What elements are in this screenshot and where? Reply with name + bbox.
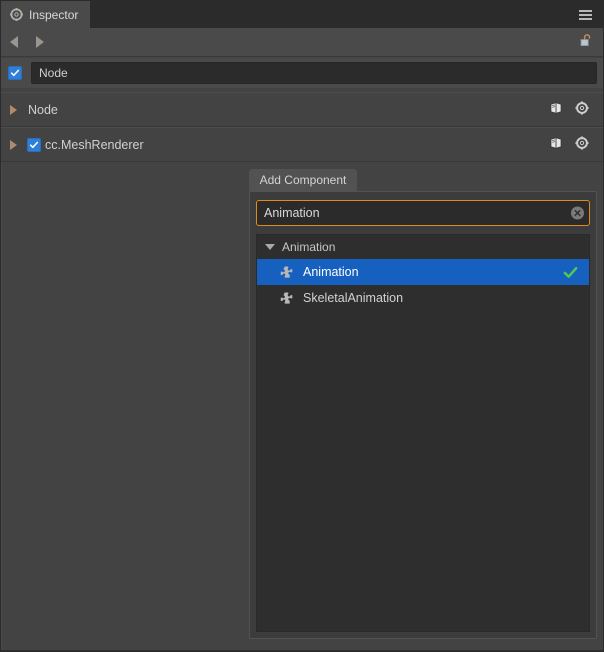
book-icon [549, 136, 563, 153]
add-component-label: Add Component [259, 173, 347, 187]
check-icon [29, 141, 39, 148]
back-button[interactable] [1, 28, 27, 57]
list-item[interactable]: Animation [257, 259, 589, 285]
puzzle-piece-icon [279, 265, 294, 280]
hamburger-line [578, 17, 592, 20]
hamburger-line [578, 9, 592, 12]
arrow-right-icon [36, 36, 44, 48]
list-item-label: SkeletalAnimation [303, 291, 404, 305]
panel-bottom-border [1, 650, 603, 651]
help-button[interactable] [543, 136, 569, 153]
inspector-panel: Inspector Node Node cc.MeshRenderer Add … [0, 0, 604, 652]
gear-icon [10, 8, 23, 21]
check-icon [562, 264, 579, 281]
tab-bar: Inspector [1, 1, 603, 28]
help-button[interactable] [543, 101, 569, 118]
chevron-right-icon [10, 139, 17, 150]
node-name-input[interactable] [31, 62, 597, 84]
tab-bar-spacer [91, 1, 575, 28]
gear-icon [575, 136, 589, 153]
chevron-down-icon [265, 244, 275, 250]
component-settings-button[interactable] [569, 101, 595, 118]
book-icon [549, 101, 563, 118]
puzzle-piece-icon [279, 291, 294, 306]
expand-toggle[interactable] [10, 104, 24, 115]
unlock-icon [579, 33, 594, 51]
chevron-right-icon [10, 104, 17, 115]
result-group-label: Animation [282, 240, 336, 254]
component-label: cc.MeshRenderer [45, 137, 144, 152]
component-row-node[interactable]: Node [1, 92, 603, 127]
gear-icon [575, 101, 589, 118]
component-search-input[interactable] [256, 200, 590, 226]
list-item-label: Animation [303, 265, 359, 279]
component-row-mesh-renderer[interactable]: cc.MeshRenderer [1, 127, 603, 162]
component-result-list[interactable]: Animation Animation SkeletalAnimation [256, 234, 590, 632]
clear-search-icon[interactable] [571, 206, 584, 220]
component-label: Node [28, 102, 58, 117]
component-enabled-checkbox[interactable] [27, 137, 41, 152]
hamburger-menu-icon[interactable] [575, 1, 603, 28]
node-enabled-checkbox[interactable] [8, 66, 22, 80]
lock-toggle-button[interactable] [575, 33, 603, 51]
add-component-dropdown: Animation Animation Animation SkeletalAn… [249, 191, 597, 639]
list-item[interactable]: SkeletalAnimation [257, 285, 589, 311]
component-search-wrapper [256, 200, 590, 226]
navigation-bar [1, 28, 603, 57]
tab-label: Inspector [29, 7, 79, 22]
component-settings-button[interactable] [569, 136, 595, 153]
check-icon [10, 69, 20, 77]
node-name-row [1, 58, 603, 88]
forward-button[interactable] [27, 28, 53, 57]
result-group-header[interactable]: Animation [257, 235, 589, 259]
tab-inspector[interactable]: Inspector [1, 1, 92, 28]
add-component-button[interactable]: Add Component [249, 169, 357, 191]
expand-toggle[interactable] [10, 139, 24, 150]
hamburger-line [578, 13, 592, 16]
arrow-left-icon [10, 36, 18, 48]
panel-left-border [1, 162, 2, 651]
